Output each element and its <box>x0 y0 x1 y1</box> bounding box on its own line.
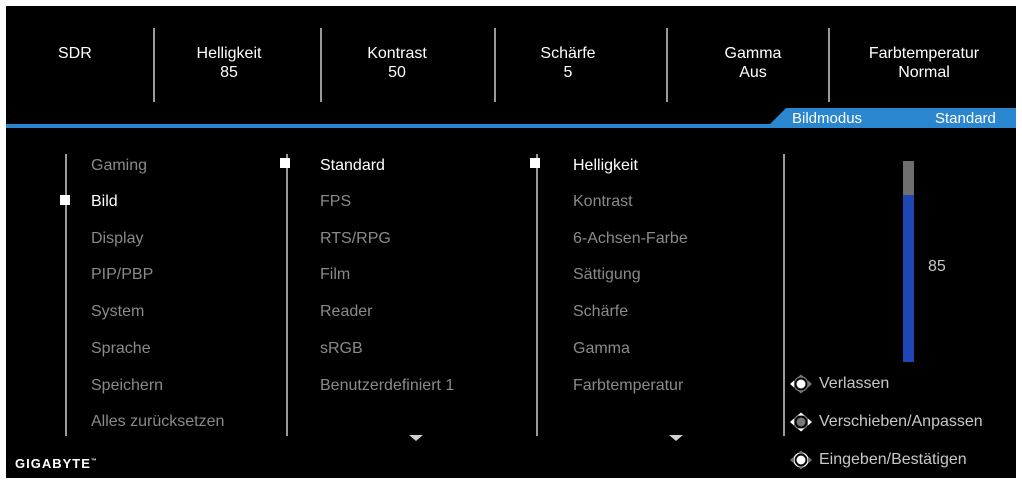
mode-item-standard[interactable]: Standard <box>320 156 385 175</box>
menu-item-reset-all[interactable]: Alles zurücksetzen <box>91 412 224 431</box>
divider <box>494 28 496 102</box>
scroll-down-icon[interactable] <box>409 435 423 441</box>
mode-item-movie[interactable]: Film <box>320 265 350 284</box>
setting-item-brightness[interactable]: Helligkeit <box>573 156 638 175</box>
brand-logo: GIGABYTE™ <box>15 456 98 471</box>
status-brightness-label: Helligkeit <box>196 45 262 62</box>
scroll-down-icon[interactable] <box>669 435 683 441</box>
mode-item-srgb[interactable]: sRGB <box>320 339 363 358</box>
divider <box>320 28 322 102</box>
setting-item-saturation[interactable]: Sättigung <box>573 265 641 284</box>
setting-item-six-axis-color[interactable]: 6-Achsen-Farbe <box>573 229 688 248</box>
slider-value: 85 <box>928 258 946 275</box>
menu-item-display[interactable]: Display <box>91 229 143 248</box>
divider <box>828 28 830 102</box>
status-sharpness-label: Schärfe <box>540 45 596 62</box>
setting-item-sharpness[interactable]: Schärfe <box>573 302 628 321</box>
brand-logo-text: GIGABYTE <box>15 456 91 471</box>
hint-exit: Verlassen <box>789 374 889 394</box>
status-mode: SDR <box>58 45 92 62</box>
hint-enter-confirm: Eingeben/Bestätigen <box>789 450 967 470</box>
joystick-all-icon <box>790 412 812 432</box>
status-brightness-value: 85 <box>220 64 238 81</box>
status-contrast-label: Kontrast <box>367 45 427 62</box>
setting-item-contrast[interactable]: Kontrast <box>573 192 633 211</box>
menu-item-save[interactable]: Speichern <box>91 376 163 395</box>
status-gamma-label: Gamma <box>724 45 782 62</box>
osd-menu: SDR Helligkeit 85 Kontrast 50 Schärfe 5 … <box>6 6 1016 478</box>
menu-item-gaming[interactable]: Gaming <box>91 156 147 175</box>
mode-item-custom-1[interactable]: Benutzerdefiniert 1 <box>320 376 454 395</box>
hint-move-adjust-label: Verschieben/Anpassen <box>819 413 983 431</box>
joystick-press-icon <box>790 450 812 470</box>
status-sharpness-value: 5 <box>563 64 573 81</box>
menu-item-system[interactable]: System <box>91 302 144 321</box>
column-divider <box>286 154 288 436</box>
status-gamma: Gamma Aus <box>703 44 803 82</box>
status-contrast-value: 50 <box>388 64 406 81</box>
brand-logo-tm: ™ <box>90 458 98 465</box>
selection-marker <box>530 158 540 168</box>
menu-item-picture[interactable]: Bild <box>91 192 118 211</box>
hint-move-adjust: Verschieben/Anpassen <box>789 412 983 432</box>
status-gamma-value: Aus <box>739 64 767 81</box>
header-underline <box>6 124 1016 128</box>
status-contrast: Kontrast 50 <box>347 44 447 82</box>
hint-enter-confirm-label: Eingeben/Bestätigen <box>819 451 967 469</box>
setting-item-gamma[interactable]: Gamma <box>573 339 630 358</box>
selection-marker <box>280 158 290 168</box>
status-brightness: Helligkeit 85 <box>179 44 279 82</box>
joystick-left-icon <box>790 374 812 394</box>
menu-item-pip-pbp[interactable]: PIP/PBP <box>91 265 153 284</box>
column-divider <box>783 154 785 436</box>
mode-item-rts-rpg[interactable]: RTS/RPG <box>320 229 391 248</box>
mode-item-fps[interactable]: FPS <box>320 192 351 211</box>
hint-exit-label: Verlassen <box>819 375 890 393</box>
status-color-temperature: Farbtemperatur Normal <box>854 44 994 82</box>
slider-track[interactable] <box>903 161 914 195</box>
status-color-temperature-label: Farbtemperatur <box>868 45 980 62</box>
divider <box>153 28 155 102</box>
menu-item-language[interactable]: Sprache <box>91 339 151 358</box>
setting-item-color-temperature[interactable]: Farbtemperatur <box>573 376 683 395</box>
selection-marker <box>60 195 70 205</box>
column-divider <box>536 154 538 436</box>
status-color-temperature-value: Normal <box>898 64 950 81</box>
divider <box>666 28 668 102</box>
status-sharpness: Schärfe 5 <box>518 44 618 82</box>
mode-item-reader[interactable]: Reader <box>320 302 372 321</box>
status-bar: SDR Helligkeit 85 Kontrast 50 Schärfe 5 … <box>6 6 1016 124</box>
slider-fill[interactable] <box>903 195 914 362</box>
